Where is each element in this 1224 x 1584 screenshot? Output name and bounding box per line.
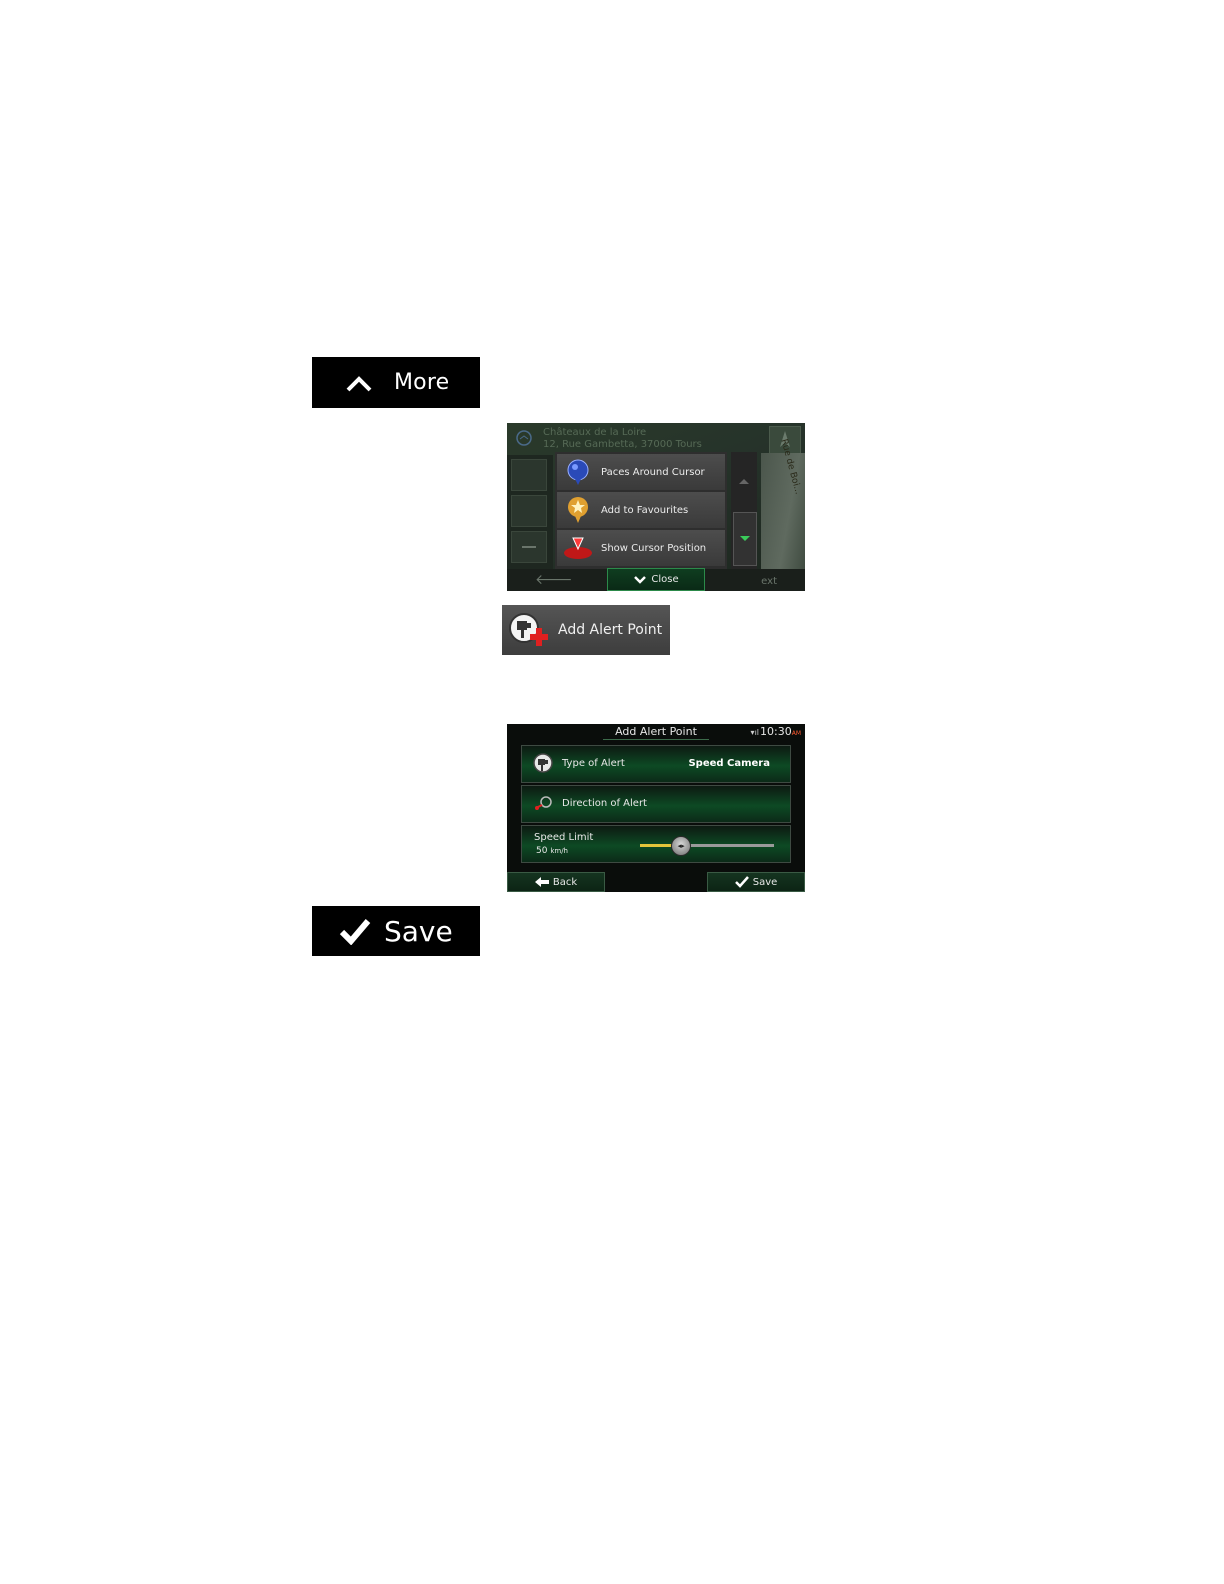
type-of-alert-row[interactable]: Type of Alert Speed Camera [521, 745, 791, 783]
save-button-small[interactable]: Save [707, 872, 805, 892]
more-button[interactable]: More [312, 357, 480, 408]
clock-time: 10:30 [760, 725, 792, 738]
speed-limit-slider[interactable] [640, 844, 774, 847]
title-underline [603, 739, 709, 740]
checkmark-icon [338, 914, 372, 948]
speed-limit-label: Speed Limit [534, 832, 594, 843]
clock-ampm: AM [791, 730, 801, 737]
speed-limit-row: Speed Limit 50 km/h ◂▸ [521, 825, 791, 863]
direction-icon [532, 792, 556, 816]
type-of-alert-value: Speed Camera [688, 758, 770, 769]
menu-item-label: Paces Around Cursor [601, 466, 705, 478]
chevron-up-icon [344, 371, 374, 395]
zoom-out-button[interactable] [511, 531, 547, 563]
favourite-star-pin-icon [563, 495, 593, 525]
zoom-controls [507, 455, 553, 571]
menu-scrollbar[interactable] [731, 452, 757, 569]
address-text: Châteaux de la Loire 12, Rue Gambetta, 3… [543, 427, 702, 451]
direction-of-alert-label: Direction of Alert [562, 798, 647, 809]
next-button[interactable]: ext [761, 576, 777, 587]
add-alert-point-screen: Add Alert Point ▾ıl10:30AM Type of Alert… [507, 724, 805, 892]
back-arrow-icon[interactable]: 🡐 [535, 571, 573, 588]
save-label: Save [384, 914, 453, 948]
signal-icon: ▾ıl [750, 728, 760, 737]
more-label: More [394, 370, 450, 395]
blue-pin-icon [563, 457, 593, 487]
speed-limit-number: 50 [536, 846, 548, 856]
back-button[interactable]: Back [507, 872, 605, 892]
back-arrow-icon [534, 877, 549, 887]
status-clock: ▾ıl10:30AM [751, 725, 801, 738]
menu-item-label: Add to Favourites [601, 504, 689, 516]
close-button[interactable]: Close [607, 568, 705, 591]
save-button[interactable]: Save [312, 906, 480, 956]
speed-limit-value: 50 km/h [536, 846, 568, 856]
add-alert-point-label: Add Alert Point [558, 622, 663, 638]
scroll-down-button[interactable] [733, 512, 757, 566]
map-screen: Châteaux de la Loire 12, Rue Gambetta, 3… [507, 423, 805, 591]
menu-item-label: Show Cursor Position [601, 542, 707, 554]
speed-camera-icon [532, 752, 556, 776]
speed-camera-add-icon [506, 608, 550, 652]
speed-limit-unit: km/h [550, 847, 568, 855]
menu-item-show-cursor-position[interactable]: Show Cursor Position [557, 530, 725, 566]
cursor-position-icon [563, 533, 593, 563]
scroll-up-button[interactable] [733, 456, 755, 506]
type-of-alert-label: Type of Alert [562, 758, 625, 769]
zoom-in-button[interactable] [511, 495, 547, 527]
back-label: Back [552, 876, 578, 888]
address-line-2: 12, Rue Gambetta, 37000 Tours [543, 439, 702, 450]
add-alert-point-button[interactable]: Add Alert Point [502, 605, 670, 655]
chevron-down-icon [634, 575, 647, 584]
close-label: Close [651, 574, 679, 585]
map-road: Rue de Boi... [761, 438, 805, 571]
menu-item-add-to-favourites[interactable]: Add to Favourites [557, 492, 725, 528]
destination-icon [515, 430, 533, 448]
direction-of-alert-row[interactable]: Direction of Alert [521, 785, 791, 823]
slider-handle[interactable]: ◂▸ [671, 836, 692, 856]
checkmark-icon [734, 876, 749, 888]
address-line-1: Châteaux de la Loire [543, 427, 647, 438]
menu-item-places-around-cursor[interactable]: Paces Around Cursor [557, 454, 725, 490]
cursor-menu-popup: Paces Around Cursor Add to Favourites Sh… [555, 452, 727, 569]
zoom-control-1[interactable] [511, 459, 547, 491]
save-label-small: Save [752, 876, 778, 888]
